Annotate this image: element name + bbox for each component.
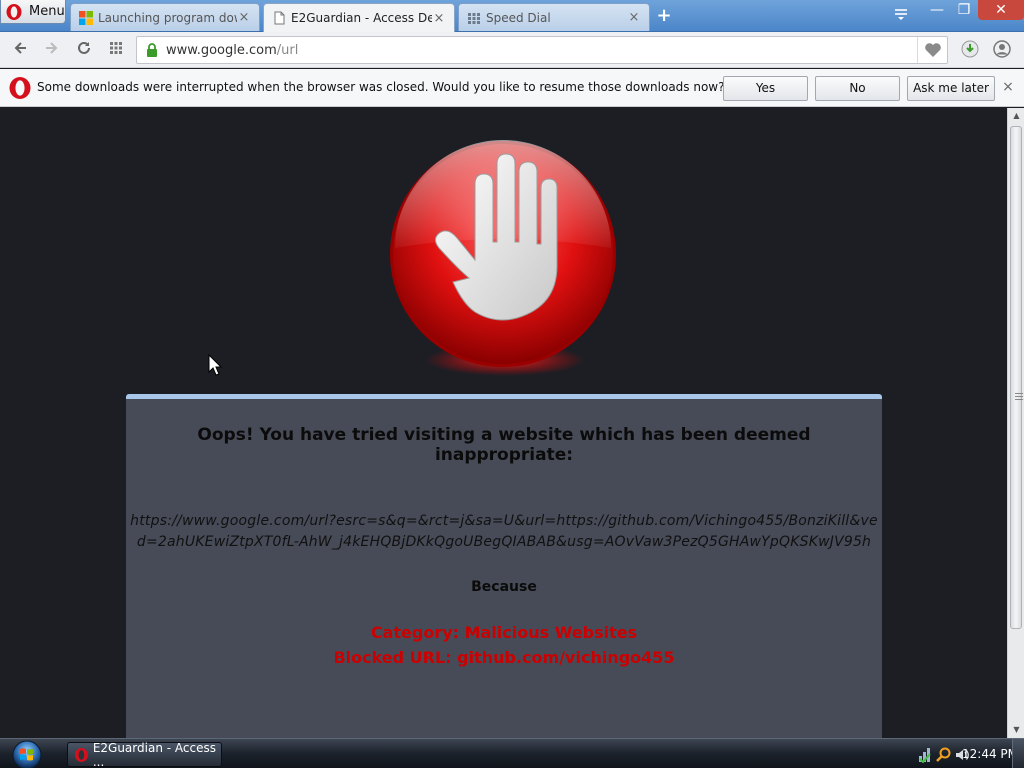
ask-me-later-button[interactable]: Ask me later	[907, 76, 995, 101]
taskbar-opera-window[interactable]: E2Guardian - Access ...	[67, 740, 222, 768]
network-icon[interactable]	[918, 747, 932, 763]
heart-icon	[924, 43, 941, 57]
tab-speed-dial[interactable]: Speed Dial ×	[458, 3, 650, 31]
stop-hand-icon	[390, 140, 616, 376]
forward-arrow-icon	[46, 42, 58, 54]
infobar-message: Some downloads were interrupted when the…	[37, 80, 725, 94]
requested-url-text: https://www.google.com/url?esrc=s&q=&rct…	[130, 513, 878, 550]
download-resume-infobar: Some downloads were interrupted when the…	[0, 69, 1024, 107]
because-label: Because	[471, 579, 537, 595]
speed-dial-button[interactable]	[106, 40, 126, 60]
account-button[interactable]	[993, 40, 1013, 60]
scroll-down-icon[interactable]: ▼	[1008, 722, 1024, 738]
download-icon	[961, 40, 979, 58]
address-bar[interactable]: www.google.com/url	[136, 36, 948, 64]
tab-e2guardian[interactable]: E2Guardian - Access Denie ×	[263, 3, 455, 32]
no-button[interactable]: No	[815, 76, 900, 101]
opera-logo-icon	[6, 3, 22, 20]
tab-close-icon[interactable]: ×	[237, 10, 251, 25]
tab-close-icon[interactable]: ×	[432, 11, 446, 26]
new-tab-button[interactable]: +	[654, 6, 674, 26]
bookmark-heart-button[interactable]	[917, 37, 947, 63]
page-icon	[274, 11, 285, 25]
yes-button[interactable]: Yes	[723, 76, 808, 101]
blocked-url-reason: Blocked URL: github.com/vichingo455	[333, 648, 675, 667]
windows-logo-icon	[79, 10, 93, 25]
taskbar-window-label: E2Guardian - Access ...	[92, 740, 216, 768]
opera-menu-button[interactable]: Menu	[0, 0, 66, 24]
vertical-scrollbar[interactable]: ▲ ▼	[1007, 108, 1024, 738]
grip-icon	[1015, 393, 1023, 400]
tab-close-icon[interactable]: ×	[627, 10, 641, 25]
forward-button[interactable]	[42, 40, 62, 60]
mouse-cursor-icon	[208, 354, 222, 376]
grid-icon	[110, 42, 122, 54]
opera-logo-icon	[9, 77, 31, 99]
back-button[interactable]	[10, 40, 30, 60]
start-button[interactable]	[8, 740, 46, 768]
secure-lock-icon	[147, 43, 157, 57]
navigation-bar: www.google.com/url	[0, 32, 1024, 68]
block-category: Category: Malicious Websites	[370, 623, 638, 642]
menu-label: Menu	[29, 4, 65, 19]
tab-label: Speed Dial	[486, 10, 551, 25]
close-window-button[interactable]: ✕	[978, 0, 1024, 20]
search-icon[interactable]	[935, 747, 951, 763]
url-path: /url	[276, 42, 299, 58]
tab-menu-icon[interactable]	[892, 6, 910, 24]
reload-button[interactable]	[74, 40, 94, 60]
back-arrow-icon	[14, 42, 26, 54]
scrollbar-thumb[interactable]	[1010, 126, 1023, 629]
windows-taskbar: E2Guardian - Access ... 12:44 PM	[0, 738, 1024, 768]
speed-dial-icon	[468, 12, 480, 24]
reload-icon	[78, 41, 90, 54]
url-host: www.google.com	[166, 42, 277, 58]
user-icon	[993, 40, 1011, 58]
page-content: Oops! You have tried visiting a website …	[0, 108, 1007, 738]
scroll-up-icon[interactable]: ▲	[1008, 108, 1024, 124]
taskbar-clock[interactable]: 12:44 PM	[962, 747, 1018, 761]
tab-launching-program[interactable]: Launching program down ×	[70, 3, 260, 31]
tab-bar: Menu Launching program down × E2Guardian…	[0, 0, 1024, 32]
downloads-button[interactable]	[961, 40, 981, 60]
tab-label: E2Guardian - Access Denie	[291, 11, 432, 25]
show-desktop-button[interactable]	[1012, 739, 1024, 768]
restore-button[interactable]: ❐	[949, 0, 979, 20]
access-denied-panel: Oops! You have tried visiting a website …	[126, 394, 882, 738]
page-title: Oops! You have tried visiting a website …	[197, 425, 811, 465]
minimize-button[interactable]: —	[922, 0, 952, 20]
tab-label: Launching program down	[98, 10, 237, 25]
opera-logo-icon	[74, 747, 88, 762]
infobar-close-icon[interactable]: ×	[1000, 79, 1016, 95]
